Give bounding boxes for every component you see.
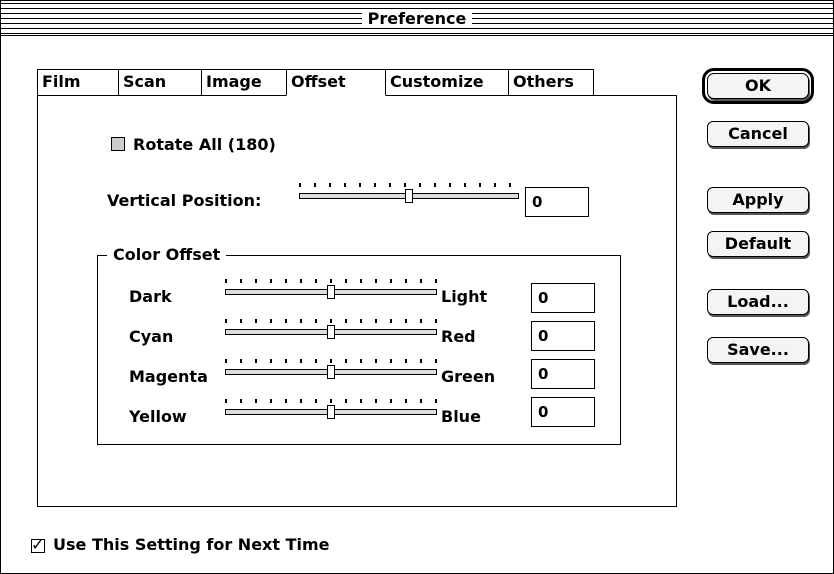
red-label: Red [441, 327, 476, 346]
dark-light-slider[interactable] [225, 279, 437, 301]
cancel-button[interactable]: Cancel [707, 121, 809, 147]
slider-thumb[interactable] [327, 285, 335, 299]
magenta-label: Magenta [129, 367, 208, 386]
color-offset-title: Color Offset [107, 245, 227, 264]
green-label: Green [441, 367, 496, 386]
tab-image[interactable]: Image [201, 69, 287, 95]
magenta-green-field[interactable]: 0 [531, 359, 595, 389]
rotate-all-checkbox[interactable] [111, 137, 125, 151]
tab-scan[interactable]: Scan [118, 69, 202, 95]
magenta-green-slider[interactable] [225, 359, 437, 381]
slider-thumb[interactable] [327, 405, 335, 419]
slider-ticks [225, 279, 437, 283]
slider-ticks [225, 319, 437, 323]
light-label: Light [441, 287, 488, 306]
ok-button[interactable]: OK [702, 68, 814, 104]
vertical-position-field[interactable]: 0 [525, 187, 589, 217]
slider-thumb[interactable] [327, 365, 335, 379]
slider-thumb[interactable] [405, 189, 413, 203]
cyan-red-field[interactable]: 0 [531, 321, 595, 351]
cyan-label: Cyan [129, 327, 174, 346]
default-button[interactable]: Default [707, 231, 809, 257]
load-button[interactable]: Load... [707, 289, 809, 315]
yellow-blue-field[interactable]: 0 [531, 397, 595, 427]
tab-offset[interactable]: Offset [286, 69, 386, 96]
blue-label: Blue [441, 407, 481, 426]
vertical-position-slider[interactable] [299, 183, 519, 205]
cyan-red-slider[interactable] [225, 319, 437, 341]
tab-film[interactable]: Film [37, 69, 119, 95]
use-setting-label: Use This Setting for Next Time [53, 535, 330, 554]
dark-label: Dark [129, 287, 172, 306]
vertical-position-label: Vertical Position: [107, 191, 262, 210]
use-setting-checkbox[interactable] [31, 535, 45, 554]
yellow-blue-slider[interactable] [225, 399, 437, 421]
title-bar[interactable]: Preference [1, 1, 833, 36]
apply-button[interactable]: Apply [707, 187, 809, 213]
slider-ticks [299, 183, 519, 187]
save-button[interactable]: Save... [707, 337, 809, 363]
rotate-all-label: Rotate All (180) [133, 135, 276, 154]
dark-light-field[interactable]: 0 [531, 283, 595, 313]
slider-ticks [225, 359, 437, 363]
slider-thumb[interactable] [327, 325, 335, 339]
yellow-label: Yellow [129, 407, 187, 426]
tab-customize[interactable]: Customize [385, 69, 509, 95]
slider-ticks [225, 399, 437, 403]
preference-dialog: Preference Film Scan Image Offset Custom… [0, 0, 834, 574]
window-title: Preference [361, 9, 473, 28]
tab-others[interactable]: Others [508, 69, 594, 95]
